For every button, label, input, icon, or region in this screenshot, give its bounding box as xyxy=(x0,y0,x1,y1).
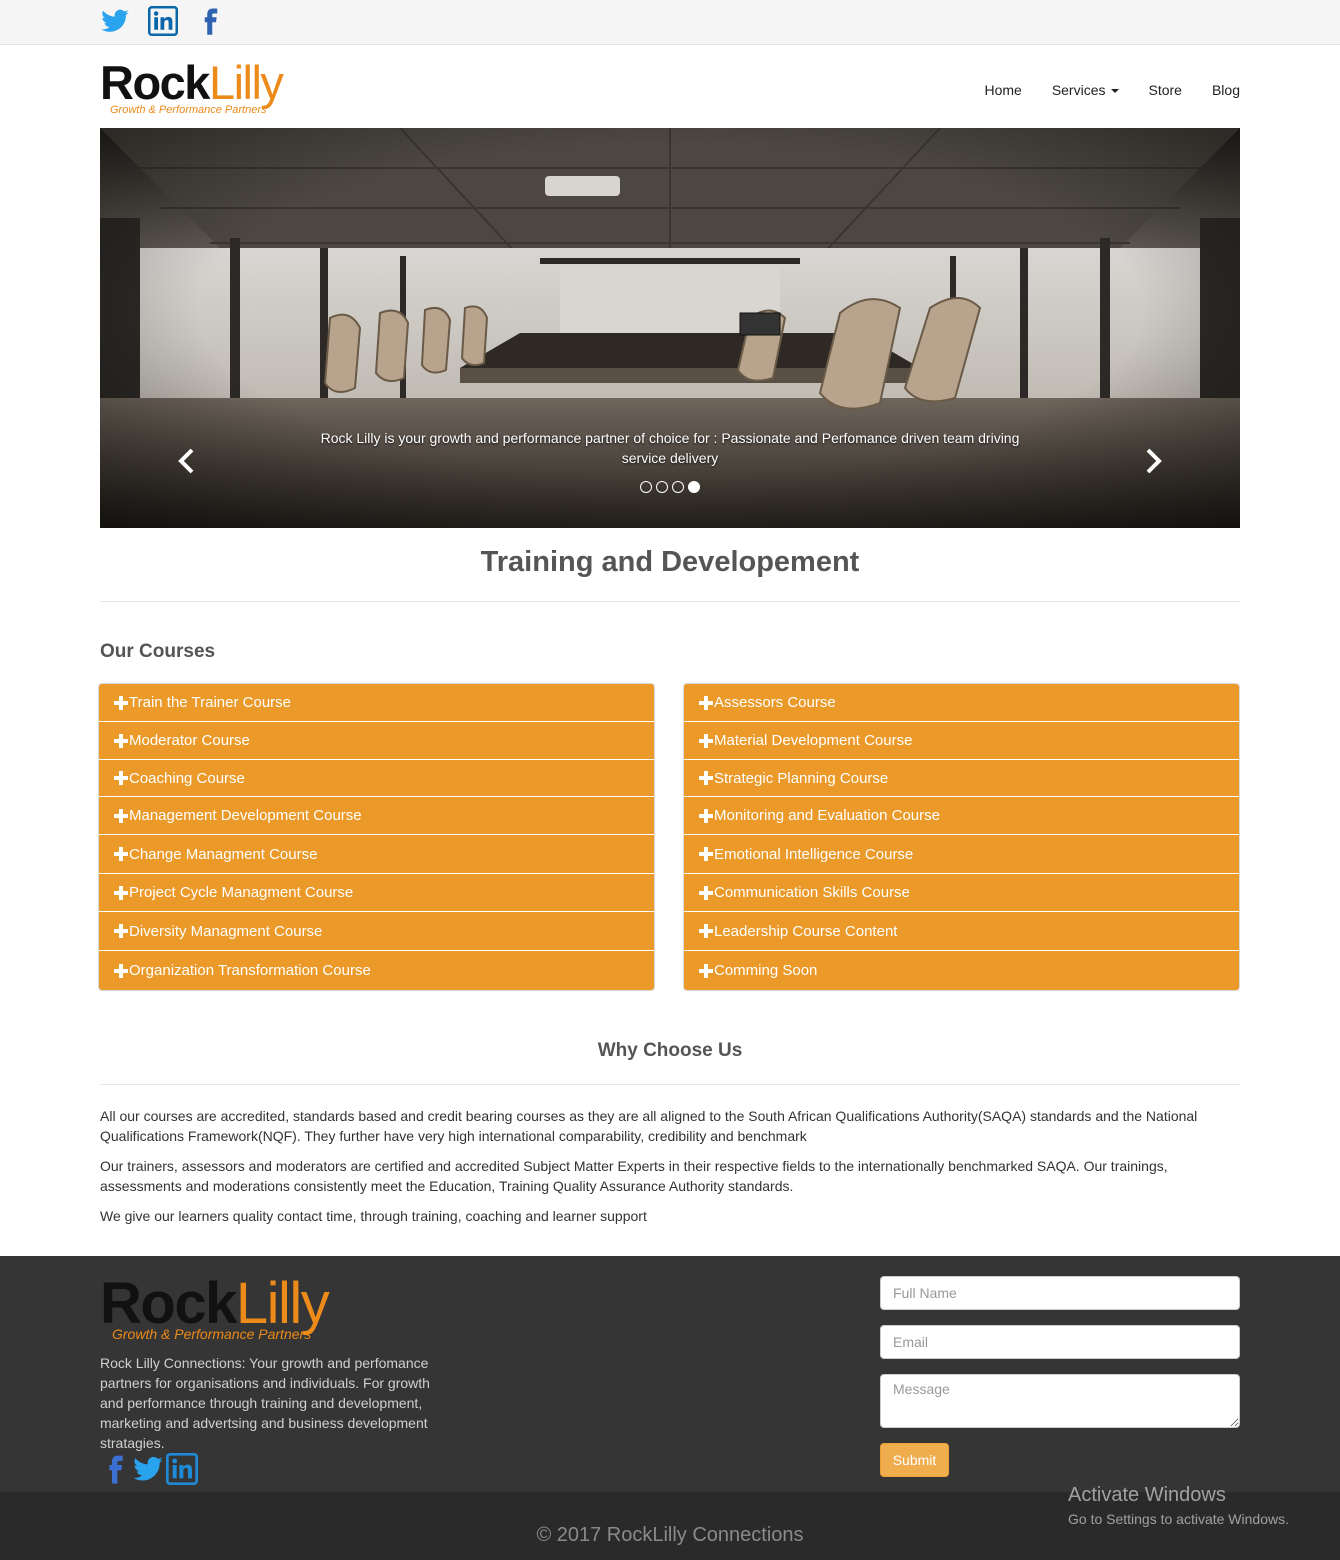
course-panel-left[interactable]: Project Cycle Managment Course xyxy=(99,874,654,912)
course-title: Communication Skills Course xyxy=(714,884,910,901)
nav-services-label: Services xyxy=(1051,82,1106,98)
course-panel-left[interactable]: Change Managment Course xyxy=(99,835,654,874)
course-panel-left[interactable]: Management Development Course xyxy=(99,797,654,835)
carousel-indicator[interactable] xyxy=(640,481,652,493)
plus-icon xyxy=(699,924,713,938)
divider xyxy=(100,1084,1240,1085)
course-title: Monitoring and Evaluation Course xyxy=(714,807,940,824)
plus-icon xyxy=(114,924,128,938)
course-title: Organization Transformation Course xyxy=(129,962,371,979)
plus-icon xyxy=(114,808,128,823)
carousel-indicator[interactable] xyxy=(656,481,668,493)
nav-blog[interactable]: Blog xyxy=(1212,82,1240,98)
plus-icon xyxy=(699,963,713,978)
course-panel-left[interactable]: Moderator Course xyxy=(99,722,654,760)
plus-icon xyxy=(114,695,128,710)
why-paragraph: Our trainers, assessors and moderators a… xyxy=(100,1158,1168,1194)
course-title: Comming Soon xyxy=(714,962,818,979)
conference-room-image xyxy=(100,128,1240,528)
os-activation-watermark: Activate Windows Go to Settings to activ… xyxy=(1068,1484,1289,1527)
course-panel-right[interactable]: Emotional Intelligence Course xyxy=(684,835,1239,874)
plus-icon xyxy=(699,885,713,900)
course-panel-right[interactable]: Strategic Planning Course xyxy=(684,760,1239,797)
nav-home[interactable]: Home xyxy=(984,82,1021,98)
footer-about: Rock Lilly Connections: Your growth and … xyxy=(100,1355,430,1451)
carousel-indicator[interactable] xyxy=(672,481,684,493)
twitter-icon[interactable] xyxy=(100,6,130,36)
why-paragraph: All our courses are accredited, standard… xyxy=(100,1108,1198,1144)
course-title: Moderator Course xyxy=(129,732,250,749)
plus-icon xyxy=(114,733,128,748)
facebook-icon[interactable] xyxy=(100,1453,132,1485)
carousel-indicator-active[interactable] xyxy=(688,481,700,493)
courses-heading: Our Courses xyxy=(100,641,216,662)
course-title: Coaching Course xyxy=(129,769,245,787)
full-name-input[interactable] xyxy=(880,1276,1240,1310)
course-title: Assessors Course xyxy=(714,694,836,711)
course-panel-left[interactable]: Diversity Managment Course xyxy=(99,912,654,951)
nav-services[interactable]: Services xyxy=(1052,82,1119,98)
course-title: Leadership Course Content xyxy=(714,922,898,940)
carousel-caption: Rock Lilly is your growth and performanc… xyxy=(320,430,1020,466)
submit-button[interactable]: Submit xyxy=(880,1443,949,1477)
course-title: Change Managment Course xyxy=(129,845,318,863)
course-panel-right[interactable]: Communication Skills Course xyxy=(684,874,1239,912)
course-panel-left[interactable]: Organization Transformation Course xyxy=(99,951,654,990)
course-title: Project Cycle Managment Course xyxy=(129,884,354,901)
logo-tagline: Growth & Performance Partners xyxy=(110,104,267,116)
carousel-prev-icon[interactable] xyxy=(172,446,202,476)
course-panel-left[interactable]: Coaching Course xyxy=(99,760,654,797)
copyright-text: © 2017 RockLilly Connections xyxy=(536,1524,804,1546)
course-panel-right[interactable]: Leadership Course Content xyxy=(684,912,1239,951)
facebook-icon[interactable] xyxy=(196,6,226,36)
plus-icon xyxy=(699,771,713,785)
main-nav: Home Services Store Blog xyxy=(954,82,1240,98)
email-input[interactable] xyxy=(880,1325,1240,1359)
watermark-subtitle: Go to Settings to activate Windows. xyxy=(1068,1511,1289,1527)
plus-icon xyxy=(699,847,713,861)
carousel-indicators xyxy=(640,481,700,493)
why-paragraph: We give our learners quality contact tim… xyxy=(100,1208,647,1224)
plus-icon xyxy=(114,963,128,978)
plus-icon xyxy=(699,695,713,710)
watermark-title: Activate Windows xyxy=(1068,1484,1226,1506)
courses-accordion-left: Train the Trainer Course Moderator Course… xyxy=(98,683,655,991)
site-logo[interactable]: RockLilly Growth & Performance Partners xyxy=(100,56,284,117)
message-textarea[interactable] xyxy=(880,1374,1240,1428)
course-title: Diversity Managment Course xyxy=(129,922,323,940)
course-title: Strategic Planning Course xyxy=(714,769,889,787)
top-social-bar xyxy=(0,0,1340,45)
linkedin-icon[interactable] xyxy=(148,6,178,36)
footer-logo: RockLilly Growth & Performance Partners xyxy=(100,1274,330,1343)
carousel-next-icon[interactable] xyxy=(1138,446,1168,476)
linkedin-icon[interactable] xyxy=(166,1453,198,1485)
plus-icon xyxy=(699,733,713,748)
footer-logo-tagline: Growth & Performance Partners xyxy=(112,1326,312,1342)
course-panel-right[interactable]: Assessors Course xyxy=(684,684,1239,722)
twitter-icon[interactable] xyxy=(132,1453,164,1485)
plus-icon xyxy=(114,885,128,900)
courses-accordion-right: Assessors Course Material Development Cou… xyxy=(683,683,1240,991)
course-title: Emotional Intelligence Course xyxy=(714,845,914,863)
caret-down-icon xyxy=(1110,89,1119,93)
plus-icon xyxy=(114,771,128,785)
logo-rock-text: Rock xyxy=(100,56,210,109)
page-title: Training and Developement xyxy=(480,546,860,578)
divider xyxy=(100,601,1240,602)
plus-icon xyxy=(699,808,713,823)
course-panel-right[interactable]: Monitoring and Evaluation Course xyxy=(684,797,1239,835)
course-title: Material Development Course xyxy=(714,732,913,749)
course-title: Train the Trainer Course xyxy=(129,694,292,711)
plus-icon xyxy=(114,847,128,861)
course-title: Management Development Course xyxy=(129,807,362,824)
hero-carousel: Rock Lilly is your growth and performanc… xyxy=(100,128,1240,528)
course-panel-left[interactable]: Train the Trainer Course xyxy=(99,684,654,722)
course-panel-right[interactable]: Material Development Course xyxy=(684,722,1239,760)
why-heading: Why Choose Us xyxy=(597,1040,743,1061)
nav-store[interactable]: Store xyxy=(1149,82,1182,98)
course-panel-right[interactable]: Comming Soon xyxy=(684,951,1239,990)
logo-lilly-text: Lilly xyxy=(208,56,284,109)
